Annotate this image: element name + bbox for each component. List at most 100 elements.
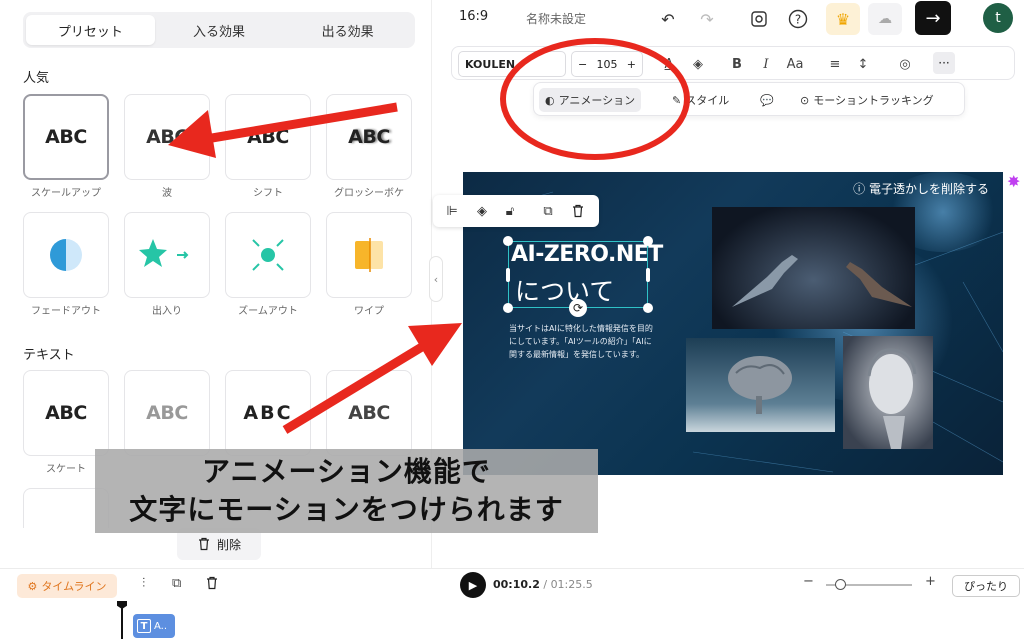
sparkle-icon[interactable]: ✸ — [1007, 172, 1020, 191]
resize-handle[interactable] — [643, 236, 653, 246]
trash-icon — [198, 537, 209, 551]
zoom-slider-knob[interactable] — [835, 579, 846, 590]
brush-icon: ✎ — [672, 93, 682, 107]
text-subtoolbar: ◐ アニメーション ✎ スタイル 💬 ⊙ モーショントラッキング — [533, 82, 965, 116]
undo-icon[interactable]: ↶ — [655, 6, 681, 32]
help-icon[interactable]: ? — [785, 6, 811, 32]
font-size-value: 105 — [596, 57, 618, 71]
preset-label: フェードアウト — [31, 306, 101, 317]
preset-wave[interactable]: ABC — [124, 94, 210, 180]
element-context-bar: ⊫ ◈ 🔓︎ ⧉ — [433, 195, 599, 227]
section-popular-title: 人気 — [23, 71, 50, 86]
collapse-panel-handle[interactable]: ‹ — [429, 256, 443, 302]
text-clip[interactable]: T A.. — [133, 614, 175, 638]
preset-wipe[interactable] — [326, 212, 412, 298]
rotate-icon[interactable]: ⟳ — [569, 299, 587, 317]
layers-icon[interactable]: ◈ — [471, 200, 493, 222]
project-title[interactable]: 名称未設定 — [526, 10, 586, 27]
resize-handle[interactable] — [646, 268, 650, 282]
trash-icon[interactable] — [567, 200, 589, 222]
photo-brain[interactable] — [686, 338, 835, 432]
size-increase[interactable]: + — [627, 58, 636, 71]
photo-robot-hands[interactable] — [712, 207, 915, 329]
style-label: スタイル — [685, 94, 730, 107]
animation-button[interactable]: ◐ アニメーション — [539, 88, 642, 112]
crown-icon: ♛ — [835, 9, 851, 29]
preset-text-3[interactable]: ABC — [225, 370, 311, 456]
preset-text-2[interactable]: ABC — [124, 370, 210, 456]
preset-skate[interactable]: ABC — [23, 370, 109, 456]
timeline-icon: ⚙ — [27, 579, 38, 593]
timeline-toggle-button[interactable]: ⚙ タイムライン — [17, 574, 117, 598]
ai-face-image — [867, 348, 917, 449]
remove-watermark-link[interactable]: ⓘ 電子透かしを削除する — [853, 180, 989, 197]
unlock-icon[interactable]: 🔓︎ — [499, 200, 521, 222]
preset-preview: ABC — [243, 402, 293, 424]
split-icon[interactable]: ⫶ — [142, 576, 145, 591]
animation-label: アニメーション — [558, 94, 636, 107]
preset-shift[interactable]: ABC — [225, 94, 311, 180]
motion-tracking-button[interactable]: ⊙ モーショントラッキング — [800, 88, 934, 112]
zoom-in-icon[interactable]: + — [925, 574, 936, 589]
about-text[interactable]: 当サイトはAIに特化した情報発信を目的にしています。「AIツールの紹介」「AIに… — [509, 322, 659, 361]
tracking-icon: ⊙ — [800, 93, 810, 107]
photo-ai-face[interactable] — [843, 336, 933, 449]
size-decrease[interactable]: − — [578, 58, 587, 71]
font-family-select[interactable]: KOULEN — [458, 51, 566, 77]
export-button[interactable]: → — [915, 1, 951, 35]
fit-button[interactable]: ぴったり — [952, 575, 1020, 597]
line-spacing-icon[interactable]: ↕ — [852, 53, 874, 75]
preset-glossy-bokeh[interactable]: ABC — [326, 94, 412, 180]
resize-handle[interactable] — [503, 236, 513, 246]
preset-text-4[interactable]: ABC — [326, 370, 412, 456]
preset-fade-out[interactable] — [23, 212, 109, 298]
align-icon[interactable]: ⊫ — [441, 200, 463, 222]
style-button[interactable]: ✎ スタイル — [672, 88, 729, 112]
wipe-icon — [355, 238, 383, 272]
info-icon: ⓘ — [853, 182, 866, 196]
text-toolbar: KOULEN − 105 + A ◈ B I Aa ≡ ↕ ◎ ··· — [451, 46, 1015, 80]
speech-bubble-button[interactable]: 💬 — [760, 88, 774, 112]
resize-handle[interactable] — [506, 268, 510, 282]
premium-crown-button[interactable]: ♛ — [826, 3, 860, 35]
font-size-stepper[interactable]: − 105 + — [571, 51, 643, 77]
tab-enter-effects[interactable]: 入る効果 — [155, 15, 284, 45]
preset-label: ワイプ — [354, 306, 384, 317]
total-time: 01:25.5 — [550, 578, 593, 591]
preset-label: 出入り — [152, 306, 182, 317]
italic-icon[interactable]: I — [755, 53, 777, 75]
arrow-right-icon: → — [925, 7, 941, 29]
screen-record-icon[interactable] — [746, 6, 772, 32]
time-separator: / — [539, 578, 551, 591]
tab-exit-effects[interactable]: 出る効果 — [283, 15, 412, 45]
animation-icon: ◐ — [545, 93, 555, 107]
more-options-button[interactable]: ··· — [933, 52, 955, 74]
preset-in-out[interactable] — [124, 212, 210, 298]
preset-zoom-out[interactable] — [225, 212, 311, 298]
section-text-title: テキスト — [23, 348, 75, 363]
preset-scale-up[interactable]: ABC — [23, 94, 109, 180]
zoom-out-icon[interactable]: − — [803, 574, 814, 589]
duplicate-icon[interactable]: ⧉ — [172, 576, 181, 591]
text-color-icon[interactable]: A — [658, 53, 680, 75]
effects-icon[interactable]: ◎ — [894, 53, 916, 75]
playhead[interactable] — [121, 603, 123, 639]
bold-icon[interactable]: B — [726, 53, 748, 75]
tab-presets[interactable]: プリセット — [26, 15, 155, 45]
redo-icon[interactable]: ↷ — [694, 6, 720, 32]
align-left-icon[interactable]: ≡ — [824, 53, 846, 75]
tracking-label: モーショントラッキング — [813, 94, 934, 107]
duplicate-icon[interactable]: ⧉ — [537, 200, 559, 222]
text-selection-box[interactable]: ⟳ — [503, 236, 653, 317]
user-avatar[interactable]: t — [983, 3, 1013, 33]
cloud-sync-button[interactable]: ☁ — [868, 3, 902, 35]
trash-icon[interactable] — [205, 576, 219, 594]
resize-handle[interactable] — [503, 303, 513, 313]
play-button[interactable]: ▶ — [460, 572, 486, 598]
preset-preview: ABC — [348, 126, 390, 148]
cloud-icon: ☁ — [878, 11, 892, 27]
aspect-ratio-selector[interactable]: 16:9 — [459, 9, 488, 24]
resize-handle[interactable] — [643, 303, 653, 313]
highlight-color-icon[interactable]: ◈ — [687, 53, 709, 75]
text-case-icon[interactable]: Aa — [784, 53, 806, 75]
